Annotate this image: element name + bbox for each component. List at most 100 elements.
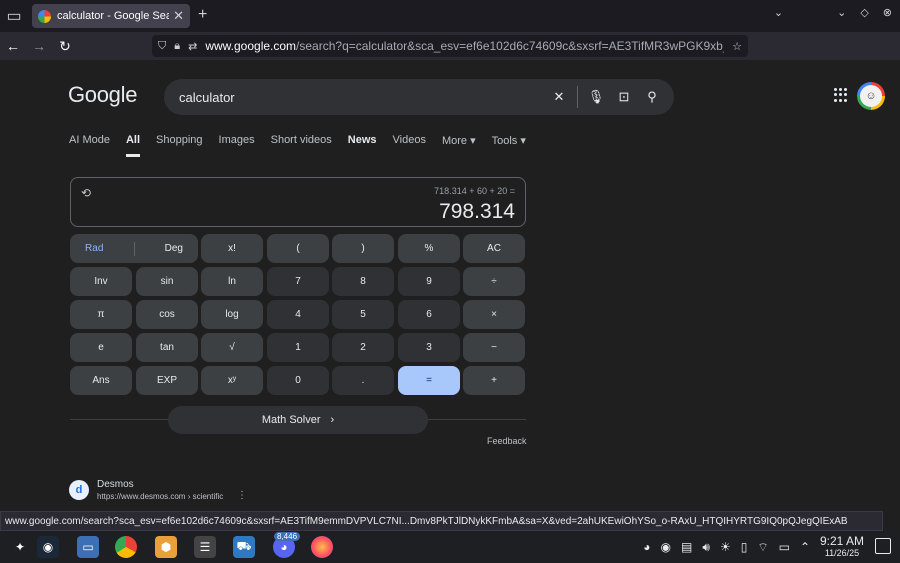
store-icon[interactable]: ⛟ [233,536,255,558]
tab-shopping[interactable]: Shopping [156,134,203,157]
back-icon[interactable]: ← [0,32,26,60]
software-center-icon[interactable]: ⬢ [155,536,177,558]
minimize-icon[interactable]: ⌄ [837,6,846,19]
lens-icon[interactable]: ⊡ [610,89,638,105]
right-paren-key[interactable]: ) [332,234,394,263]
permissions-icon[interactable]: ⇄ [188,40,197,53]
tan-key[interactable]: tan [136,333,198,362]
result-url[interactable]: https://www.desmos.com › scientific [97,492,223,501]
inv-key[interactable]: Inv [70,267,132,296]
digit-1-key[interactable]: 1 [267,333,329,362]
maximize-icon[interactable]: ◇ [860,6,868,19]
tab-images[interactable]: Images [219,134,255,157]
search-icon[interactable]: ⚲ [638,89,666,105]
tab-news[interactable]: News [348,134,377,157]
exp-key[interactable]: EXP [136,366,198,395]
pi-key[interactable]: π [70,300,132,329]
clock[interactable]: 9:21 AM 11/26/25 [817,534,867,558]
lock-icon[interactable]: 🔒︎ [174,40,180,53]
history-icon[interactable]: ⟲ [81,186,91,200]
list-all-tabs-icon[interactable]: ▭ [0,0,28,32]
ans-key[interactable]: Ans [70,366,132,395]
google-apps-icon[interactable] [834,88,848,102]
wifi-icon[interactable]: ⌔ [757,540,768,555]
rad-deg-toggle[interactable]: Rad Deg [70,234,198,263]
tray-expand-icon[interactable]: ⌃ [800,540,810,554]
rad-key[interactable]: Rad [85,243,103,254]
add-key[interactable]: + [463,366,525,395]
subtract-key[interactable]: − [463,333,525,362]
log-key[interactable]: log [201,300,263,329]
cos-key[interactable]: cos [136,300,198,329]
shield-icon[interactable]: ⛉ [158,40,166,53]
digit-2-key[interactable]: 2 [332,333,394,362]
url-bar[interactable]: ⛉ 🔒︎ ⇄ www.google.com/search?q=calculato… [152,35,748,57]
tab-more[interactable]: More ▾ [442,134,476,157]
more-options-icon[interactable]: ⋮ [237,490,247,501]
chevron-right-icon: › [330,414,335,426]
google-logo[interactable]: Google [68,82,137,108]
clear-key[interactable]: AC [463,234,525,263]
deg-key[interactable]: Deg [165,243,183,254]
digit-0-key[interactable]: 0 [267,366,329,395]
forward-icon[interactable]: → [26,32,52,60]
digit-9-key[interactable]: 9 [398,267,460,296]
show-desktop-icon[interactable] [875,538,891,554]
clipboard-icon[interactable]: ▤ [681,540,692,554]
digit-5-key[interactable]: 5 [332,300,394,329]
digit-3-key[interactable]: 3 [398,333,460,362]
tab-short-videos[interactable]: Short videos [271,134,332,157]
ln-key[interactable]: ln [201,267,263,296]
power-key[interactable]: xʸ [201,366,263,395]
tab-videos[interactable]: Videos [393,134,426,157]
e-key[interactable]: e [70,333,132,362]
chrome-icon[interactable] [115,536,137,558]
storage-icon[interactable]: ▯ [741,540,748,554]
digit-6-key[interactable]: 6 [398,300,460,329]
battery-icon[interactable]: ▭ [779,540,790,554]
tab-ai-mode[interactable]: AI Mode [69,134,110,157]
system-settings-icon[interactable]: ☰ [194,536,216,558]
result-site-name[interactable]: Desmos [97,479,134,490]
equals-key[interactable]: = [398,366,460,395]
clear-icon[interactable]: ✕ [545,89,573,105]
digit-7-key[interactable]: 7 [267,267,329,296]
digit-4-key[interactable]: 4 [267,300,329,329]
factorial-key[interactable]: x! [201,234,263,263]
bookmark-star-icon[interactable]: ☆ [732,40,742,53]
sin-key[interactable]: sin [136,267,198,296]
tab-title: calculator - Google Search [57,10,170,22]
avatar[interactable]: ☺ [857,82,885,110]
math-solver-button[interactable]: Math Solver › [168,406,428,434]
volume-icon[interactable]: 🔊︎ [702,540,710,555]
close-tab-icon[interactable]: ✕ [173,8,184,24]
sqrt-key[interactable]: √ [201,333,263,362]
tab-tools[interactable]: Tools ▾ [492,134,526,157]
reload-icon[interactable]: ↻ [52,32,78,60]
steam-icon[interactable]: ◉ [37,536,59,558]
voice-search-icon[interactable]: 🎙︎ [582,89,610,105]
new-tab-icon[interactable]: + [198,6,207,24]
divide-key[interactable]: ÷ [463,267,525,296]
tab-all[interactable]: All [125,134,141,157]
percent-key[interactable]: % [398,234,460,263]
search-input[interactable]: calculator [179,90,545,105]
app-launcher-icon[interactable]: ✦ [9,536,31,558]
tab-overflow-chevron-icon[interactable]: ⌄ [774,6,783,19]
clock-time: 9:21 AM [819,534,865,548]
file-manager-icon[interactable]: ▭ [77,536,99,558]
close-window-icon[interactable]: ⊗ [883,6,892,19]
left-paren-key[interactable]: ( [267,234,329,263]
firefox-icon[interactable] [311,536,333,558]
steam-tray-icon[interactable]: ◉ [661,540,671,554]
browser-tab[interactable]: calculator - Google Search ✕ [32,4,190,28]
url-text[interactable]: www.google.com/search?q=calculator&sca_e… [205,39,724,53]
multiply-key[interactable]: × [463,300,525,329]
feedback-link[interactable]: Feedback [487,436,527,446]
digit-8-key[interactable]: 8 [332,267,394,296]
discord-badge: 8,446 [274,532,301,541]
brightness-icon[interactable]: ☀ [720,540,731,554]
decimal-key[interactable]: . [332,366,394,395]
discord-tray-icon[interactable]: ◕ [643,540,650,554]
search-box[interactable]: calculator ✕ 🎙︎ ⊡ ⚲ [164,79,674,115]
